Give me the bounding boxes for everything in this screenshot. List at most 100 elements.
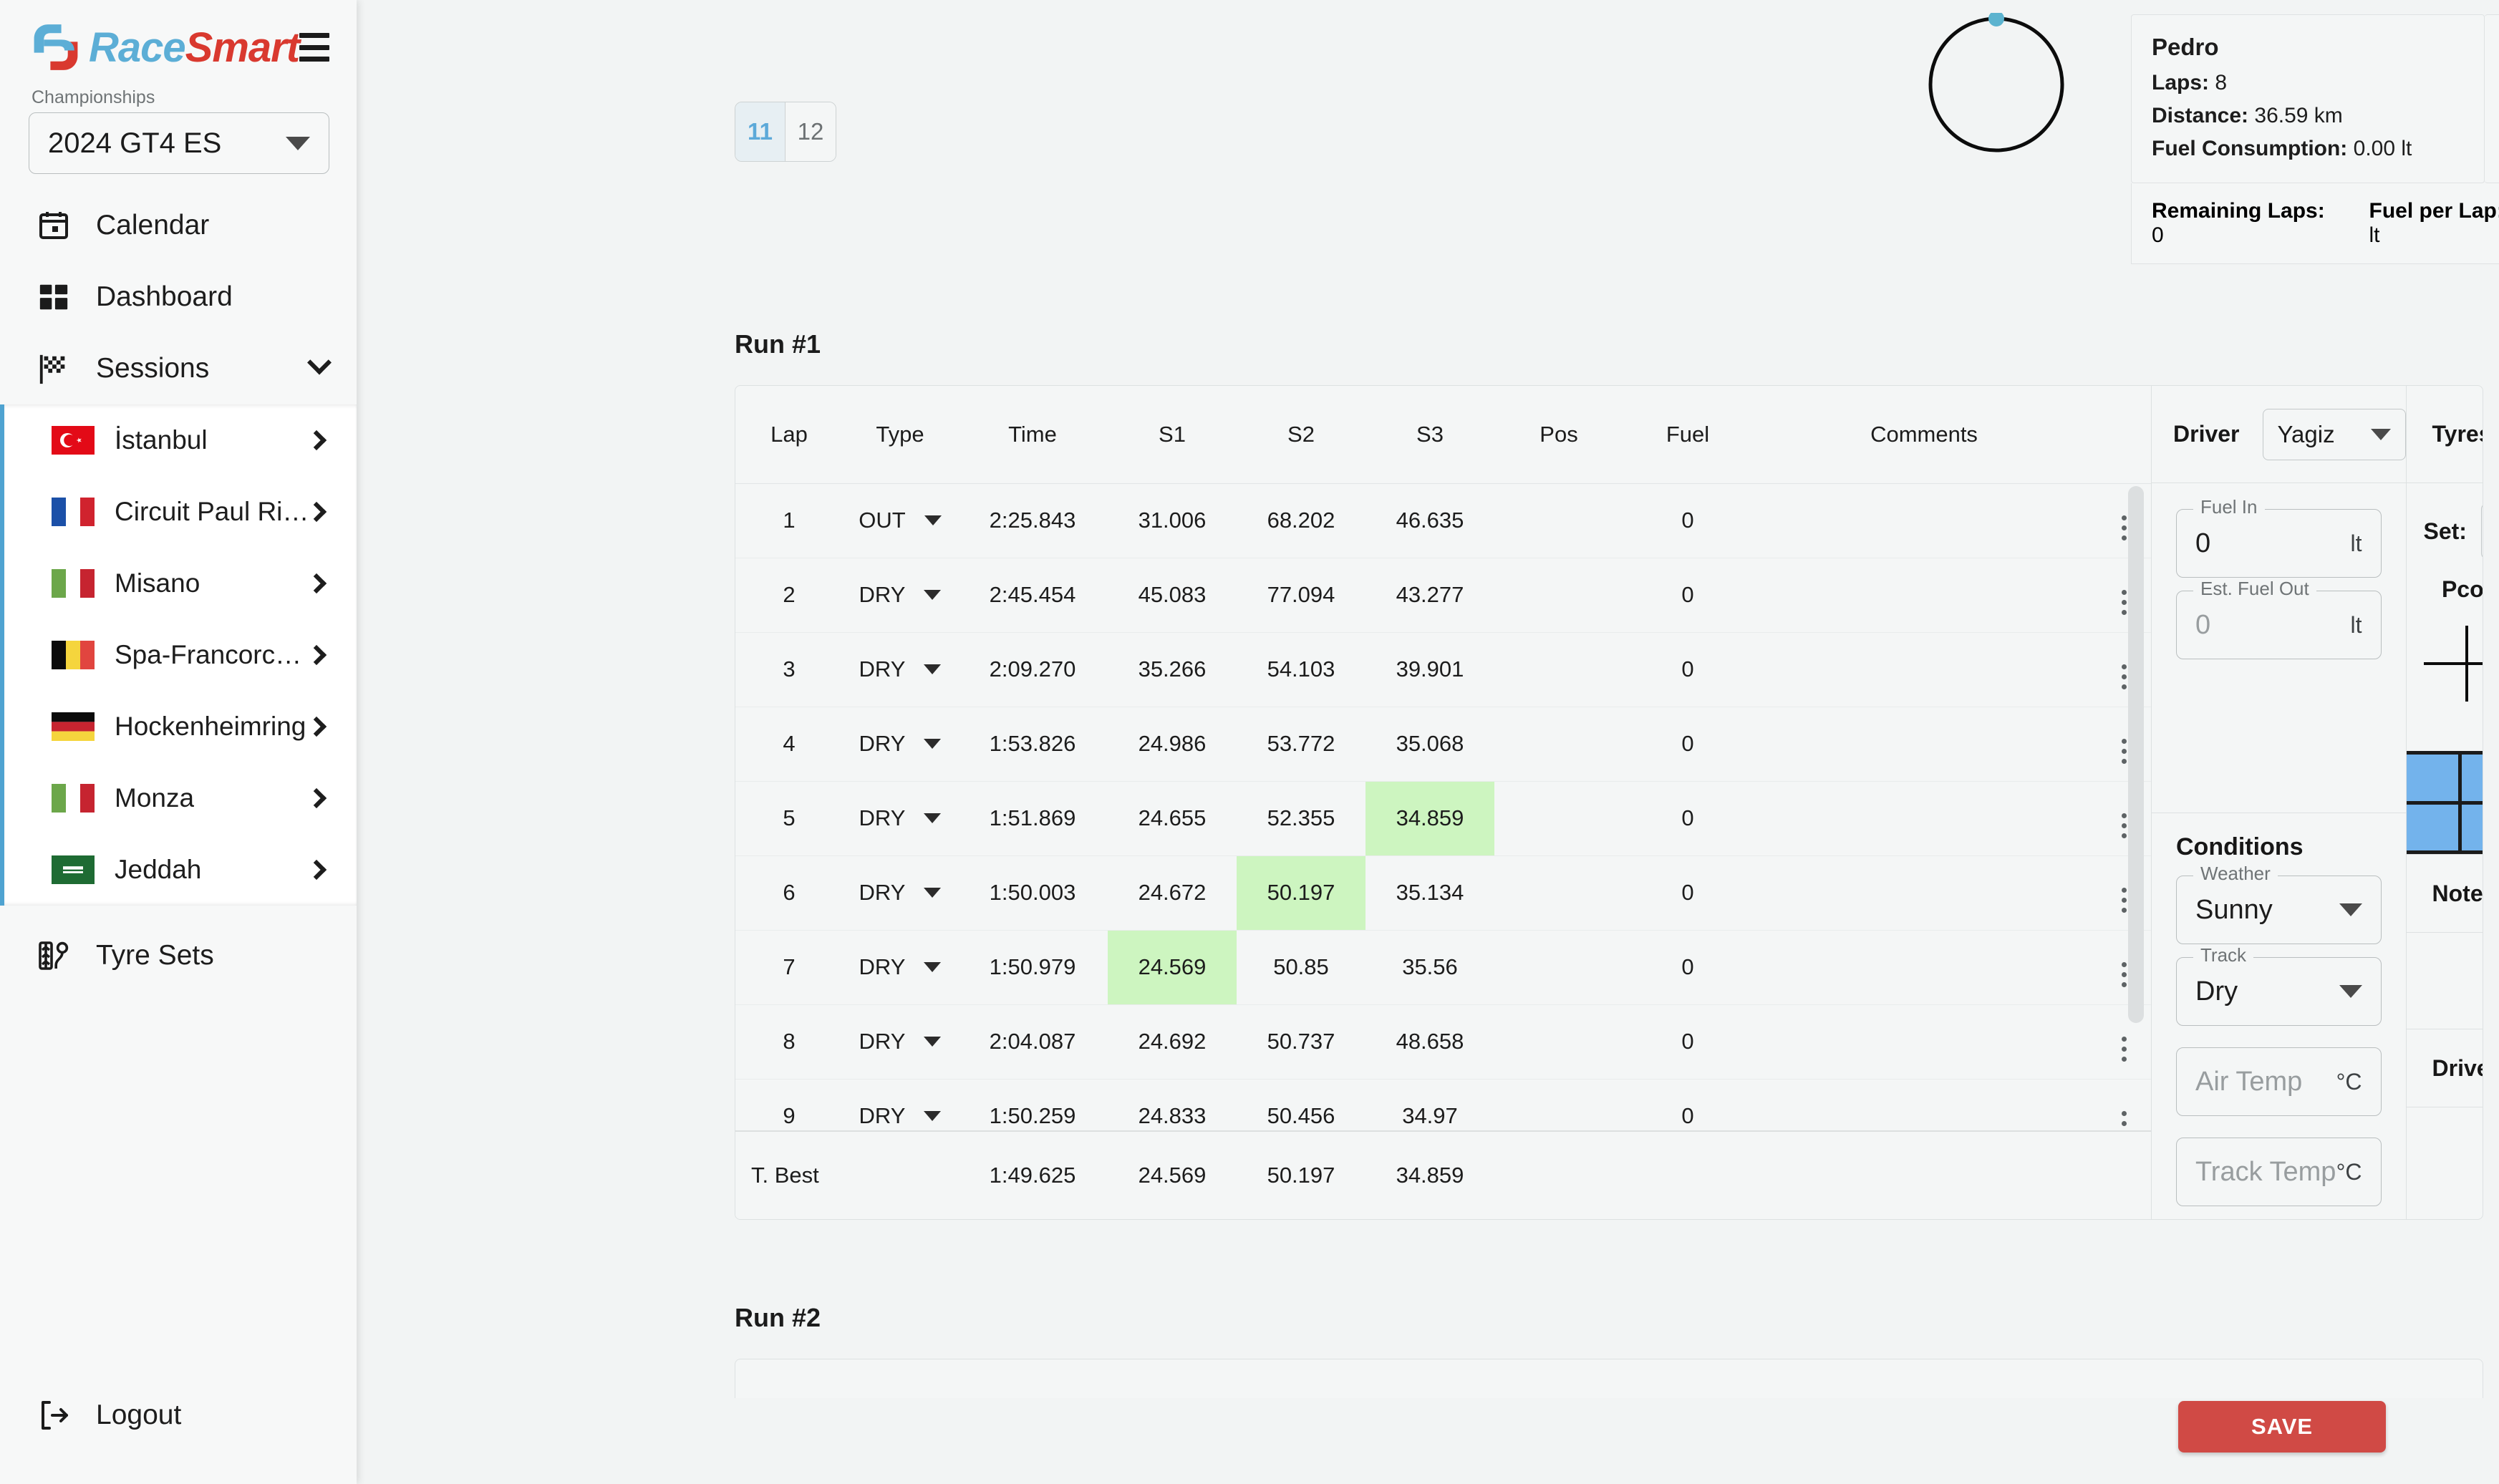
brand-smart: Smart: [185, 24, 300, 71]
cell-type-value: DRY: [859, 1029, 906, 1054]
sidebar-item-session-hockenheimring[interactable]: Hockenheimring: [4, 691, 357, 762]
run-tab-12[interactable]: 12: [786, 102, 836, 161]
cell-lap: 8: [735, 1004, 843, 1080]
sidebar-item-calendar[interactable]: Calendar: [0, 190, 357, 261]
row-menu-icon[interactable]: [2121, 888, 2127, 913]
cell-s1: 35.266: [1108, 632, 1237, 707]
row-menu-icon[interactable]: [2121, 1037, 2127, 1062]
table-row[interactable]: 5 DRY 1:51.869 24.655 52.355 34.859 0: [735, 781, 2151, 856]
sidebar-item-label: Sessions: [96, 353, 210, 384]
air-temp-input[interactable]: Air Temp °C: [2176, 1047, 2382, 1116]
notes-input[interactable]: [2407, 933, 2483, 1029]
sidebar-item-dashboard[interactable]: Dashboard: [0, 261, 357, 333]
weather-wrap: Weather Sunny: [2176, 863, 2382, 944]
table-row[interactable]: 8 DRY 2:04.087 24.692 50.737 48.658 0: [735, 1004, 2151, 1080]
sidebar-item-label: Calendar: [96, 210, 210, 241]
est-fuel-out-input[interactable]: 0 lt: [2176, 591, 2382, 659]
track-condition-select[interactable]: Dry: [2176, 957, 2382, 1026]
col-header-lap: Lap: [735, 386, 843, 484]
table-row[interactable]: 7 DRY 1:50.979 24.569 50.85 35.56 0: [735, 930, 2151, 1005]
tyres-header: Tyres: [2406, 386, 2483, 483]
main-nav: Calendar Dashboard Sessions İstanbul Cir…: [0, 190, 357, 991]
table-row[interactable]: 6 DRY 1:50.003 24.672 50.197 35.134 0: [735, 855, 2151, 931]
weather-select[interactable]: Sunny: [2176, 876, 2382, 944]
driver-laps-label: Laps:: [2152, 71, 2210, 94]
table-row[interactable]: 9 DRY 1:50.259 24.833 50.456 34.97 0: [735, 1079, 2151, 1130]
table-row[interactable]: 1 OUT 2:25.843 31.006 68.202 46.635 0: [735, 483, 2151, 558]
sidebar-item-session-jeddah[interactable]: Jeddah: [4, 834, 357, 906]
run-tabs: 11 12: [735, 102, 836, 162]
row-menu-icon[interactable]: [2121, 590, 2127, 615]
brand-race: Race: [89, 24, 186, 71]
cell-type[interactable]: DRY: [843, 781, 957, 856]
sidebar-item-session-misano[interactable]: Misano: [4, 548, 357, 619]
championship-select[interactable]: 2024 GT4 ES: [29, 112, 329, 174]
sidebar-item-session-monza[interactable]: Monza: [4, 762, 357, 834]
track-temp-input[interactable]: Track Temp °C: [2176, 1138, 2382, 1206]
cell-s3: 35.068: [1365, 707, 1494, 782]
row-menu-icon[interactable]: [2121, 664, 2127, 689]
sidebar-item-session-circuit-paul-ricard[interactable]: Circuit Paul Ricard: [4, 476, 357, 548]
driver-laps-value: 8: [2215, 71, 2228, 94]
driver-select[interactable]: Yagiz: [2262, 408, 2406, 460]
cell-s2: 50.85: [1237, 930, 1365, 1005]
cell-time: 2:09.270: [957, 632, 1108, 707]
track-marker: [1988, 11, 2004, 26]
cell-type[interactable]: DRY: [843, 558, 957, 633]
tyres-title: Tyres: [2432, 421, 2483, 447]
table-row[interactable]: 2 DRY 2:45.454 45.083 77.094 43.277 0: [735, 558, 2151, 633]
cell-type[interactable]: DRY: [843, 1079, 957, 1130]
laps-scroll-area[interactable]: Lap Type Time S1 S2 S3 Pos Fuel Comments: [735, 386, 2151, 1130]
row-menu-icon[interactable]: [2121, 1111, 2127, 1130]
cell-type[interactable]: DRY: [843, 707, 957, 782]
cell-type[interactable]: DRY: [843, 1004, 957, 1080]
checkered-flag-icon: [34, 349, 73, 388]
cell-type[interactable]: OUT: [843, 483, 957, 558]
flag-turkey-icon: [52, 426, 95, 455]
cell-time: 2:04.087: [957, 1004, 1108, 1080]
remaining-laps-value: 0: [2152, 223, 2164, 247]
laps-scrollbar-thumb[interactable]: [2128, 486, 2144, 1023]
tyre-temp-cell[interactable]: [2406, 755, 2459, 801]
cell-type[interactable]: DRY: [843, 632, 957, 707]
chevron-down-icon: [2339, 985, 2362, 998]
cell-type[interactable]: DRY: [843, 855, 957, 931]
sidebar-item-session-istanbul[interactable]: İstanbul: [4, 404, 357, 476]
fuel-in-input[interactable]: 0 lt: [2176, 509, 2382, 578]
flag-france-icon: [52, 498, 95, 526]
cell-type-value: DRY: [859, 805, 906, 830]
row-menu-icon[interactable]: [2121, 739, 2127, 764]
tyre-temp-grid[interactable]: [2406, 751, 2483, 854]
logout-button[interactable]: Logout: [0, 1379, 357, 1451]
tyre-set-select[interactable]: 11_IST_T2_S1: [2480, 503, 2483, 559]
col-header-s2: S2: [1237, 386, 1365, 484]
table-row[interactable]: 4 DRY 1:53.826 24.986 53.772 35.068 0: [735, 707, 2151, 782]
table-row[interactable]: 3 DRY 2:09.270 35.266 54.103 39.901 0: [735, 632, 2151, 707]
tyre-temp-cell[interactable]: [2406, 804, 2459, 850]
racesmart-logo-icon: [29, 20, 83, 74]
cell-s1: 45.083: [1108, 558, 1237, 633]
tyre-temp-cell[interactable]: [2462, 804, 2483, 850]
chevron-right-icon: [306, 573, 327, 594]
cell-pos: [1494, 930, 1623, 1005]
chevron-down-icon: [924, 962, 942, 972]
row-menu-icon[interactable]: [2121, 962, 2127, 987]
driver-feedback-title: Driver Feedback: [2432, 1054, 2483, 1081]
sidebar-item-tyre-sets[interactable]: Tyre Sets: [0, 920, 357, 991]
save-button[interactable]: SAVE: [2178, 1401, 2386, 1453]
cell-s1: 24.986: [1108, 707, 1237, 782]
hamburger-menu-icon[interactable]: [299, 33, 329, 62]
cell-lap: 6: [735, 855, 843, 931]
laps-scrollbar[interactable]: [2128, 486, 2144, 1130]
col-header-s1: S1: [1108, 386, 1237, 484]
run-tab-11[interactable]: 11: [735, 102, 786, 161]
sidebar-item-session-spa-francorchamps[interactable]: Spa-Francorcham...: [4, 619, 357, 691]
driver-feedback-input[interactable]: [2407, 1107, 2483, 1219]
tyre-temp-cell[interactable]: [2462, 755, 2483, 801]
chevron-down-icon: [924, 1037, 942, 1047]
row-menu-icon[interactable]: [2121, 813, 2127, 838]
row-menu-icon[interactable]: [2121, 515, 2127, 540]
sidebar-item-sessions[interactable]: Sessions: [0, 333, 357, 404]
run-2-title: Run #2: [735, 1303, 821, 1332]
cell-type[interactable]: DRY: [843, 930, 957, 1005]
